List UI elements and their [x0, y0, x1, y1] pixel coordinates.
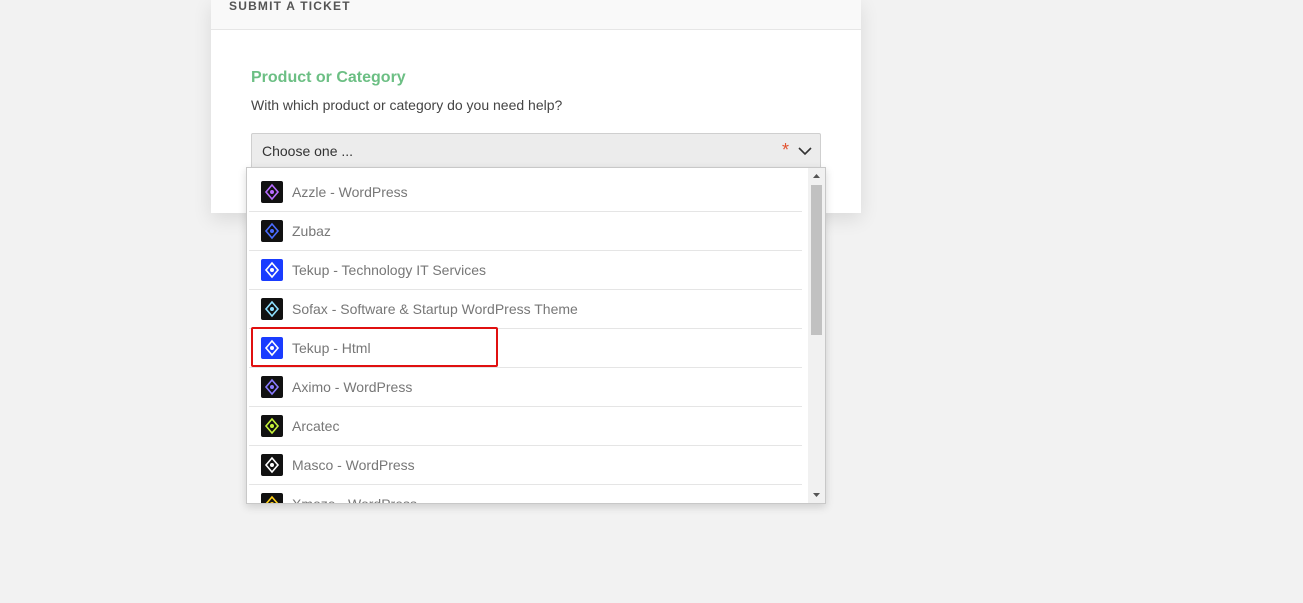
- dropdown-option[interactable]: Arcatec: [249, 407, 802, 446]
- dropdown-option[interactable]: Masco - WordPress: [249, 446, 802, 485]
- dropdown-option-label: Aximo - WordPress: [292, 379, 413, 395]
- dropdown-option[interactable]: Tekup - Html: [249, 329, 802, 368]
- required-asterisk-icon: *: [782, 140, 790, 160]
- product-select[interactable]: Choose one ... *: [251, 133, 821, 168]
- scroll-down-arrow-icon[interactable]: [808, 487, 825, 503]
- dropdown-option-label: Xmoze - WordPress: [292, 496, 417, 504]
- dropdown-option-label: Tekup - Technology IT Services: [292, 262, 487, 278]
- dropdown-option[interactable]: Xmoze - WordPress: [249, 485, 802, 504]
- select-value: Choose one ...: [262, 143, 354, 159]
- dropdown-option[interactable]: Sofax - Software & Startup WordPress The…: [249, 290, 802, 329]
- field-title: Product or Category: [251, 69, 406, 86]
- chevron-down-icon[interactable]: [797, 143, 813, 159]
- scroll-up-arrow-icon[interactable]: [808, 168, 825, 184]
- dropdown-option-label: Zubaz: [292, 223, 331, 239]
- card-header: SUBMIT A TICKET: [211, 0, 861, 30]
- field-description: With which product or category do you ne…: [251, 97, 563, 113]
- dropdown-option[interactable]: Zubaz: [249, 212, 802, 251]
- azzle-logo-icon: [261, 181, 283, 203]
- scrollbar[interactable]: [808, 168, 825, 503]
- xmoze-logo-icon: [261, 493, 283, 503]
- tekup-logo-icon: [261, 259, 283, 281]
- dropdown-option-label: Tekup - Html: [292, 340, 371, 356]
- dropdown-option-label: Sofax - Software & Startup WordPress The…: [292, 301, 578, 317]
- dropdown-option[interactable]: Tekup - Technology IT Services: [249, 251, 802, 290]
- tekup-html-logo-icon: [261, 337, 283, 359]
- aximo-logo-icon: [261, 376, 283, 398]
- masco-logo-icon: [261, 454, 283, 476]
- dropdown-option-label: Azzle - WordPress: [292, 184, 408, 200]
- arcatec-logo-icon: [261, 415, 283, 437]
- dropdown-option-label: Arcatec: [292, 418, 340, 434]
- dropdown-option-label: Masco - WordPress: [292, 457, 415, 473]
- options-list: Azzle - WordPress Zubaz Tekup - Technology…: [247, 173, 804, 504]
- page-title: SUBMIT A TICKET: [229, 0, 351, 13]
- dropdown-option[interactable]: Azzle - WordPress: [249, 173, 802, 212]
- product-dropdown-list[interactable]: Azzle - WordPress Zubaz Tekup - Technology…: [246, 167, 826, 504]
- zubaz-logo-icon: [261, 220, 283, 242]
- scroll-thumb[interactable]: [811, 185, 822, 335]
- dropdown-option[interactable]: Aximo - WordPress: [249, 368, 802, 407]
- sofax-logo-icon: [261, 298, 283, 320]
